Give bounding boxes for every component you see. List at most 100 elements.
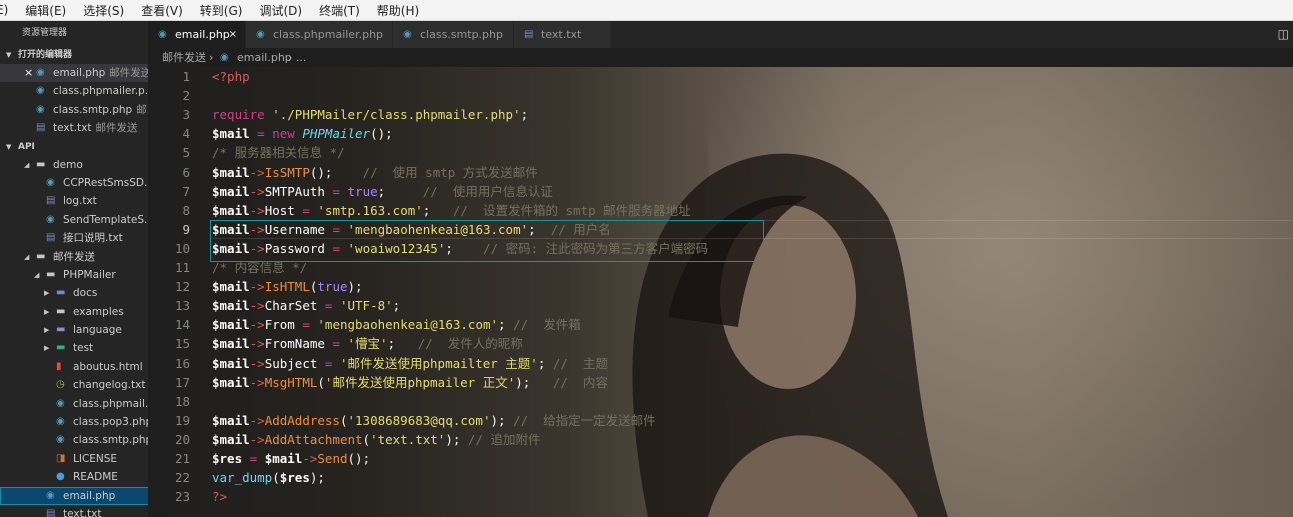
line-number: 7 (182, 183, 190, 199)
code-token: '邮件发送使用phpmailer 正文' (324, 374, 516, 390)
tree-item[interactable]: ◉ class.pop3.php (0, 413, 160, 431)
explorer-title: 资源管理器 (22, 28, 68, 38)
tree-item[interactable]: ◨ LICENSE (0, 450, 160, 468)
tree-item[interactable]: ◉ class.phpmail... (0, 395, 160, 413)
tree-item[interactable]: ▤ log.txt (0, 192, 160, 210)
code-line[interactable]: $mail->SMTPAuth = true; // 使用用户信息认证 (212, 182, 553, 201)
code-line[interactable]: $mail->Host = 'smtp.163.com'; // 设置发件箱的 … (212, 201, 691, 220)
code-token: // 给指定一定发送邮件 (513, 412, 656, 428)
code-token: -> (302, 451, 318, 466)
code-line[interactable]: require './PHPMailer/class.phpmailer.php… (212, 105, 528, 124)
code-line[interactable]: $mail->MsgHTML('邮件发送使用phpmailer 正文'); //… (212, 373, 608, 392)
code-line[interactable]: $mail->AddAttachment('text.txt'); // 追加附… (212, 430, 541, 449)
tab-email-php[interactable]: ◉ email.php × (148, 21, 246, 48)
menu-item[interactable]: E) (0, 3, 16, 17)
menu-item[interactable]: 选择(S) (74, 2, 132, 19)
tree-item[interactable]: ◉ email.php (0, 486, 160, 505)
code-line[interactable]: $mail->Subject = '邮件发送使用phpmailter 主题'; … (212, 354, 608, 373)
tree-item[interactable]: ▮ aboutus.html (0, 358, 160, 376)
chevron-down-icon[interactable]: ◢ (24, 156, 29, 174)
line-number: 19 (174, 412, 190, 428)
file-text-icon: ▤ (36, 122, 46, 134)
menu-item[interactable]: 终端(T) (310, 2, 368, 19)
code-token: ; (520, 107, 529, 123)
code-line[interactable]: $res = $mail->Send(); (212, 449, 370, 468)
code-token: ; (422, 202, 453, 218)
tree-item[interactable]: ● README (0, 468, 160, 486)
code-token: 'UTF-8' (339, 298, 393, 314)
tree-item[interactable]: ▶ ▬ language (0, 321, 160, 339)
code-token: '懵宝' (347, 336, 388, 352)
open-editor-item[interactable]: ◉ class.phpmailer.p... (0, 82, 160, 100)
breadcrumb-file[interactable]: email.php (237, 48, 292, 67)
code-line[interactable]: $mail->FromName = '懵宝'; // 发件人的昵称 (212, 334, 523, 353)
code-token: $mail (212, 317, 250, 333)
chevron-right-icon[interactable]: ▶ (44, 284, 49, 302)
tree-item[interactable]: ◉ CCPRestSmsSD... (0, 174, 160, 192)
tree-item[interactable]: ◢ ▬ demo (0, 156, 160, 174)
code-token: true (347, 183, 378, 199)
tree-item[interactable]: ◢ ▬ PHPMailer (0, 266, 160, 284)
breadcrumb-tail[interactable]: › ... (288, 48, 306, 67)
chevron-right-icon[interactable]: ▶ (44, 339, 49, 357)
code-line[interactable]: $mail->From = 'mengbaohenkeai@163.com'; … (212, 315, 581, 334)
breadcrumb-folder[interactable]: 邮件发送 (162, 48, 206, 67)
html-icon: ▮ (56, 360, 62, 372)
tree-item[interactable]: ◢ ▬ 邮件发送 (0, 248, 160, 266)
line-number: 21 (174, 451, 190, 466)
menu-item[interactable]: 转到(G) (191, 2, 251, 19)
tree-item[interactable]: ▤ text.txt (0, 505, 160, 517)
code-token: // 发件箱 (513, 317, 581, 333)
code-line[interactable]: $mail->IsHTML(true); (212, 277, 363, 296)
chevron-down-icon[interactable]: ◢ (34, 266, 39, 284)
tab-label: text.txt (541, 28, 582, 41)
code-token: = (257, 126, 265, 142)
menu-item[interactable]: 编辑(E) (16, 2, 74, 19)
code-token: -> (249, 279, 265, 295)
tree-item[interactable]: ▶ ▬ docs (0, 284, 160, 302)
open-editor-item[interactable]: × ◉ email.php 邮件发送 (0, 64, 160, 83)
tab-class-phpmailer-php[interactable]: ◉ class.phpmailer.php (246, 21, 393, 48)
split-editor-icon[interactable]: ◫ (1278, 21, 1289, 48)
code-line[interactable]: $mail->CharSet = 'UTF-8'; (212, 296, 400, 315)
chevron-right-icon[interactable]: ▶ (44, 303, 49, 321)
code-line[interactable]: /* 服务器相关信息 */ (212, 143, 345, 162)
menu-item[interactable]: 调试(D) (250, 2, 310, 19)
code-line[interactable]: var_dump($res); (212, 468, 325, 487)
tree-item[interactable]: ▶ ▬ examples (0, 303, 160, 321)
code-token: ); (515, 374, 553, 390)
close-icon[interactable]: × (229, 21, 237, 48)
code-line[interactable]: $mail = new PHPMailer(); (212, 124, 393, 143)
file-hint: 邮件发送 (95, 122, 138, 135)
code-token: MsgHTML (264, 374, 318, 390)
open-editor-item[interactable]: ◉ class.smtp.php 邮... (0, 101, 160, 119)
tree-item[interactable]: ◷ changelog.txt (0, 376, 160, 394)
code-token: ; (387, 336, 418, 352)
menu-bar: E)编辑(E)选择(S)查看(V)转到(G)调试(D)终端(T)帮助(H) (0, 0, 1293, 21)
code-line[interactable]: $mail->AddAddress('1308689683@qq.com'); … (212, 411, 656, 430)
chevron-right-icon[interactable]: ▶ (44, 321, 49, 339)
code-line[interactable]: <?php (212, 67, 250, 86)
line-number: 11 (174, 260, 190, 275)
tree-item[interactable]: ▤ 接口说明.txt (0, 229, 160, 247)
code-token: 'mengbaohenkeai@163.com' (317, 317, 499, 333)
api-folder-header[interactable]: ▼ API (0, 138, 160, 156)
tree-item[interactable]: ▶ ▬ test (0, 339, 160, 357)
close-icon[interactable]: × (24, 64, 33, 82)
code-line[interactable]: $mail->IsSMTP(); // 使用 smtp 方式发送邮件 (212, 163, 538, 182)
tab-class-smtp-php[interactable]: ◉ class.smtp.php (393, 21, 514, 48)
tree-item[interactable]: ◉ SendTemplateS... (0, 211, 160, 229)
open-editor-item[interactable]: ▤ text.txt 邮件发送 (0, 119, 160, 137)
chevron-down-icon[interactable]: ◢ (24, 248, 29, 266)
open-editors-header[interactable]: ▼ 打开的编辑器 (0, 46, 160, 64)
file-name: PHPMailer (63, 268, 116, 281)
line-number: 10 (174, 240, 190, 256)
code-editor[interactable]: 1 2 3 4 5 6 7 8 9 10 11 12 13 14 15 16 17 18 19 20 21 22 23 <?… (148, 67, 1293, 517)
tab-text-txt[interactable]: ▤ text.txt (514, 21, 612, 48)
menu-item[interactable]: 查看(V) (132, 2, 191, 19)
code-line[interactable]: ?> (212, 487, 227, 506)
tree-item[interactable]: ◉ class.smtp.php (0, 431, 160, 449)
code-token: -> (249, 317, 265, 333)
menu-item[interactable]: 帮助(H) (368, 2, 427, 19)
